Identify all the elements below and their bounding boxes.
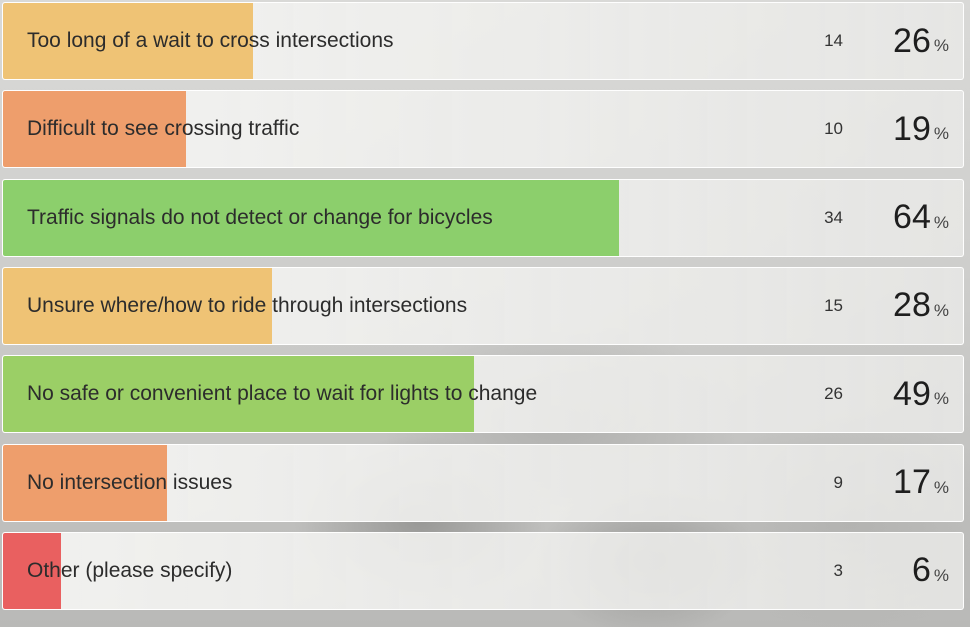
result-row: Too long of a wait to cross intersection… xyxy=(2,2,964,80)
percentage-value: 17% xyxy=(893,445,949,521)
response-count: 34 xyxy=(824,207,843,227)
percentage-number: 28 xyxy=(893,286,931,325)
percentage-number: 19 xyxy=(893,109,931,148)
response-count: 15 xyxy=(824,295,843,315)
percentage-number: 17 xyxy=(893,463,931,501)
response-count: 9 xyxy=(833,472,843,492)
percentage-value: 19% xyxy=(893,91,949,167)
response-count: 3 xyxy=(833,560,843,580)
result-row: No intersection issues 9 17% xyxy=(2,443,964,522)
answer-label: Difficult to see crossing traffic xyxy=(27,117,300,141)
answer-label: Unsure where/how to ride through interse… xyxy=(27,293,468,317)
response-count: 14 xyxy=(824,31,843,50)
percent-sign: % xyxy=(933,477,949,497)
percentage-number: 64 xyxy=(893,198,931,237)
result-row: Traffic signals do not detect or change … xyxy=(2,178,964,257)
answer-label: Traffic signals do not detect or change … xyxy=(27,205,493,229)
answer-label: No safe or convenient place to wait for … xyxy=(27,382,538,406)
answer-label: Too long of a wait to cross intersection… xyxy=(27,29,394,52)
percent-sign: % xyxy=(933,36,949,55)
percentage-value: 6% xyxy=(912,533,949,609)
response-count: 26 xyxy=(824,384,843,404)
percent-sign: % xyxy=(933,124,949,144)
percentage-value: 49% xyxy=(893,356,949,432)
percentage-value: 64% xyxy=(893,180,949,256)
answer-label: No intersection issues xyxy=(27,470,233,494)
percentage-value: 26% xyxy=(893,3,949,79)
result-row: Unsure where/how to ride through interse… xyxy=(2,266,964,345)
percentage-number: 26 xyxy=(893,21,931,60)
percentage-value: 28% xyxy=(893,268,949,344)
percent-sign: % xyxy=(933,389,949,409)
percentage-number: 49 xyxy=(893,374,931,413)
percent-sign: % xyxy=(933,565,949,585)
response-count: 10 xyxy=(824,119,843,139)
percentage-number: 6 xyxy=(911,551,931,590)
percent-sign: % xyxy=(933,300,949,320)
answer-label: Other (please specify) xyxy=(27,558,233,582)
percent-sign: % xyxy=(933,212,949,232)
result-row: Difficult to see crossing traffic 10 19% xyxy=(2,90,964,169)
result-row: Other (please specify) 3 6% xyxy=(2,531,964,610)
result-row: No safe or convenient place to wait for … xyxy=(2,355,964,434)
